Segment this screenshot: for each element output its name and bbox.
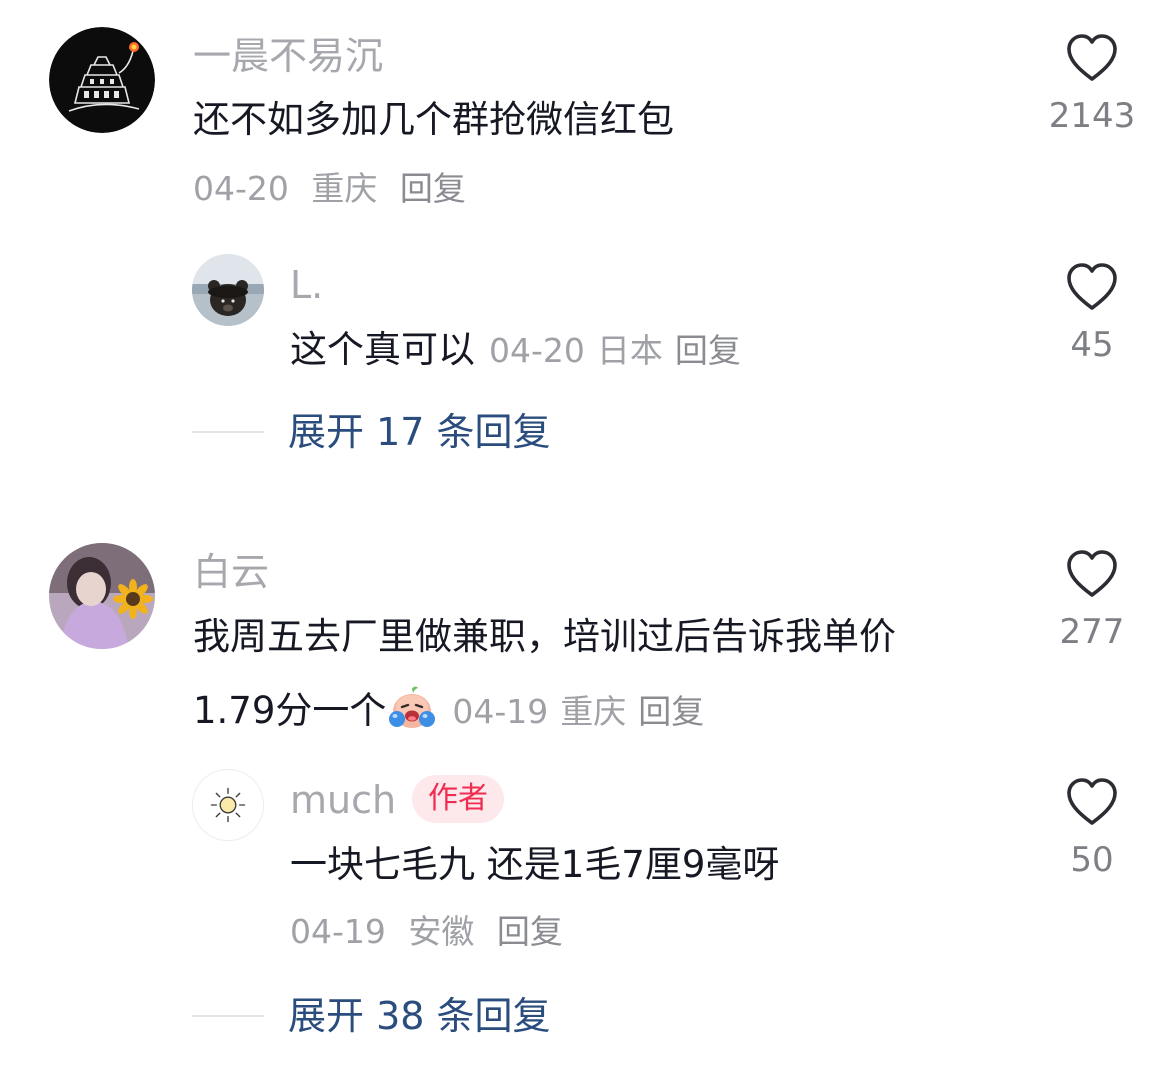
heart-icon[interactable] [1065, 777, 1119, 827]
comment-username[interactable]: 白云 [193, 553, 269, 591]
author-badge: 作者 [412, 775, 504, 823]
comment-location: 重庆 [311, 169, 378, 208]
expand-replies-button[interactable]: 展开 17 条回复 [192, 413, 551, 451]
avatar[interactable] [49, 27, 155, 133]
divider [192, 1015, 264, 1017]
reply-text: 一块七毛九 还是1毛7厘9毫呀 [290, 843, 780, 886]
comment-text-line-2: 1.79分一个 04-19 重庆 回复 [193, 685, 716, 731]
reply-button[interactable]: 回复 [400, 169, 466, 208]
avatar[interactable] [49, 543, 155, 649]
reply-date: 04-19 [290, 912, 386, 951]
heart-icon[interactable] [1065, 262, 1119, 312]
reply-button[interactable]: 回复 [497, 912, 563, 951]
heart-icon[interactable] [1065, 33, 1119, 83]
like-button[interactable]: 2143 [1037, 33, 1147, 133]
like-count: 50 [1070, 840, 1114, 880]
reply-text: 这个真可以 [290, 328, 475, 371]
crying-face-emoji [389, 686, 436, 728]
expand-replies-label[interactable]: 展开 17 条回复 [288, 413, 551, 451]
divider [192, 431, 264, 433]
comment-username[interactable]: 一晨不易沉 [193, 37, 383, 75]
like-button[interactable]: 50 [1037, 777, 1147, 877]
reply-username[interactable]: much [290, 781, 396, 819]
comment-date: 04-19 [452, 692, 549, 731]
comment-text-continued: 1.79分一个 [193, 689, 387, 732]
reply-button[interactable]: 回复 [675, 331, 741, 370]
comment-date: 04-20 [193, 169, 289, 208]
expand-replies-label[interactable]: 展开 38 条回复 [288, 997, 551, 1035]
like-count: 2143 [1048, 96, 1136, 136]
reply-location: 安徽 [408, 912, 475, 951]
reply-location: 日本 [596, 331, 663, 370]
like-count: 45 [1070, 325, 1114, 365]
comment-meta: 04-19 重庆 回复 [452, 692, 716, 731]
avatar[interactable] [192, 769, 264, 841]
like-count: 277 [1059, 612, 1125, 652]
reply-date: 04-20 [489, 331, 585, 370]
like-button[interactable]: 277 [1037, 549, 1147, 649]
reply-meta: 04-19 安徽 回复 [290, 915, 575, 948]
comment-location: 重庆 [560, 692, 627, 731]
expand-replies-button[interactable]: 展开 38 条回复 [192, 997, 551, 1035]
reply-button[interactable]: 回复 [638, 692, 704, 731]
like-button[interactable]: 45 [1037, 262, 1147, 362]
comment-text-line-1: 我周五去厂里做兼职，培训过后告诉我单价 [193, 615, 896, 658]
avatar[interactable] [192, 254, 264, 326]
reply-text-line: 这个真可以 04-20 日本 回复 [290, 331, 753, 368]
comment-meta: 04-20 重庆 回复 [193, 172, 478, 205]
reply-meta: 04-20 日本 回复 [489, 331, 753, 370]
reply-username[interactable]: L. [290, 266, 323, 304]
heart-icon[interactable] [1065, 549, 1119, 599]
comment-text: 还不如多加几个群抢微信红包 [193, 98, 674, 141]
